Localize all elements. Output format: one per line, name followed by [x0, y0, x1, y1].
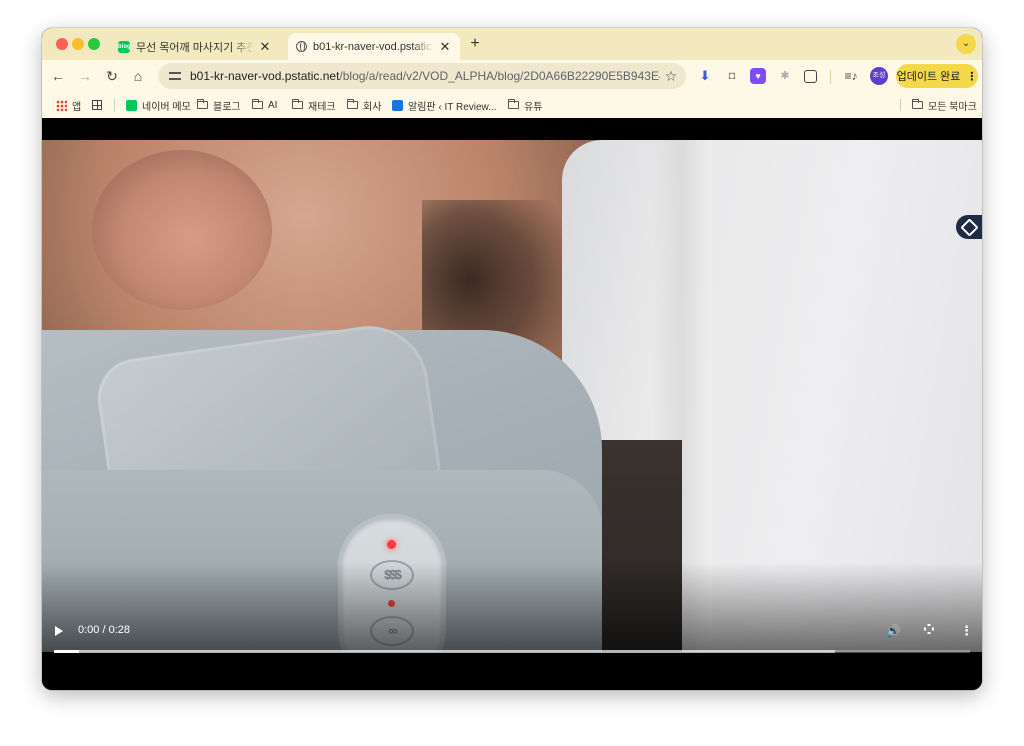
- more-options-icon[interactable]: ⋮: [960, 623, 973, 639]
- tab-title: 무선 목어깨 마사지기 추천! 목림프: [136, 41, 254, 54]
- apps-grid-icon: [56, 99, 67, 111]
- globe-icon: [296, 41, 307, 52]
- toolbar: ← → ↻ ⌂ b01-kr-naver-vod.pstatic.net/blo…: [42, 60, 982, 92]
- tab-naver-blog[interactable]: blog 무선 목어깨 마사지기 추천! 목림프 ✕: [110, 33, 280, 60]
- browser-window: blog 무선 목어깨 마사지기 추천! 목림프 ✕ b01-kr-naver-…: [42, 28, 982, 690]
- close-tab-icon[interactable]: ✕: [438, 39, 452, 55]
- tab-strip: blog 무선 목어깨 마사지기 추천! 목림프 ✕ b01-kr-naver-…: [42, 28, 982, 60]
- bookmark-apps[interactable]: 앱: [56, 98, 82, 113]
- home-button[interactable]: ⌂: [128, 66, 148, 86]
- naver-memo-icon: [126, 99, 137, 111]
- video-scene-ear: [92, 150, 272, 310]
- tab-video[interactable]: b01-kr-naver-vod.pstatic.net/b ✕: [288, 33, 460, 60]
- zoom-window-button[interactable]: [88, 38, 100, 50]
- bookmark-it-review[interactable]: 알림판 ‹ IT Review...: [392, 98, 497, 113]
- camera-extension-icon[interactable]: ◘: [724, 68, 740, 84]
- update-button-label: 업데이트 완료: [896, 71, 961, 83]
- bookmark-folder-company[interactable]: 회사: [347, 98, 382, 113]
- grid-icon: [92, 100, 102, 110]
- bookmark-folder-finance[interactable]: 재테크: [292, 98, 336, 113]
- bookmark-star-icon[interactable]: ☆: [660, 68, 682, 85]
- extension-icon[interactable]: ✱: [777, 68, 793, 84]
- volume-icon[interactable]: 🔊: [886, 624, 901, 638]
- video-frame[interactable]: $$$ ∞: [42, 140, 982, 652]
- fullscreen-icon[interactable]: [924, 624, 934, 634]
- bookmark-label: 모든 북마크: [928, 101, 977, 113]
- power-led: [387, 540, 396, 549]
- heart-extension-icon[interactable]: ♥: [750, 68, 766, 84]
- site-favicon-icon: [392, 99, 403, 111]
- site-info-icon[interactable]: [168, 69, 182, 83]
- close-window-button[interactable]: [56, 38, 68, 50]
- reload-button[interactable]: ↻: [102, 66, 122, 86]
- lens-search-icon[interactable]: [956, 215, 982, 239]
- folder-icon: [252, 99, 263, 109]
- profile-avatar[interactable]: 조성: [870, 67, 888, 85]
- video-controls: 0:00 / 0:28 🔊 ⋮: [42, 618, 982, 668]
- download-extension-icon[interactable]: ⬇: [697, 68, 713, 84]
- toolbar-divider: [830, 70, 831, 84]
- bookmark-grid[interactable]: [92, 98, 107, 112]
- folder-icon: [347, 99, 358, 109]
- media-controls-icon[interactable]: ≡♪: [843, 68, 859, 84]
- url-host: b01-kr-naver-vod.pstatic.net: [190, 69, 340, 83]
- progress-bar[interactable]: [54, 650, 970, 653]
- bookmark-folder-ai[interactable]: AI: [252, 98, 277, 112]
- bookmark-label: 재테크: [308, 101, 336, 113]
- back-button[interactable]: ←: [48, 66, 68, 86]
- bookmark-folder-youtube[interactable]: 유튜: [508, 98, 543, 113]
- url-text[interactable]: b01-kr-naver-vod.pstatic.net/blog/a/read…: [190, 69, 660, 83]
- bookmark-label: 앱: [72, 101, 82, 113]
- video-player[interactable]: $$$ ∞ 0:00 / 0:28 🔊 ⋮: [42, 118, 982, 690]
- played-progress: [54, 650, 79, 653]
- folder-icon: [912, 99, 923, 109]
- new-tab-button[interactable]: +: [466, 35, 484, 53]
- bookmark-label: 알림판 ‹ IT Review...: [408, 101, 497, 113]
- bookmark-label: 네이버 메모: [142, 101, 191, 113]
- buffered-progress: [54, 650, 836, 653]
- forward-button[interactable]: →: [75, 66, 95, 86]
- tab-search-button[interactable]: ⌄: [956, 34, 976, 54]
- update-button[interactable]: 업데이트 완료 ⋮: [896, 64, 978, 88]
- bookmark-label: 유튜: [524, 101, 543, 113]
- folder-icon: [508, 99, 519, 109]
- close-tab-icon[interactable]: ✕: [258, 39, 272, 55]
- kebab-menu-icon[interactable]: ⋮: [966, 70, 977, 83]
- bookmark-label: 회사: [363, 101, 382, 113]
- play-icon[interactable]: [55, 626, 63, 636]
- address-bar[interactable]: b01-kr-naver-vod.pstatic.net/blog/a/read…: [158, 63, 686, 89]
- bookmark-naver-memo[interactable]: 네이버 메모: [126, 98, 191, 113]
- folder-icon: [197, 99, 208, 109]
- time-display: 0:00 / 0:28: [78, 624, 130, 636]
- naver-blog-icon: blog: [118, 40, 131, 53]
- url-path: /blog/a/read/v2/VOD_ALPHA/blog/2D0A66B22…: [339, 69, 660, 83]
- bookmark-label: AI: [268, 99, 278, 111]
- bookmark-divider: [900, 99, 901, 111]
- bookmark-label: 블로그: [213, 101, 241, 113]
- minimize-window-button[interactable]: [72, 38, 84, 50]
- tab-title: b01-kr-naver-vod.pstatic.net/b: [313, 40, 434, 53]
- bookmark-all-bookmarks[interactable]: 모든 북마크: [912, 98, 977, 113]
- bookmarks-bar: 앱 네이버 메모 블로그 AI 재테크 회사 알림판 ‹ IT Review..: [42, 92, 982, 118]
- bookmark-divider: [114, 99, 115, 111]
- folder-icon: [292, 99, 303, 109]
- bookmark-folder-blog[interactable]: 블로그: [197, 98, 241, 113]
- extensions-puzzle-icon[interactable]: [804, 70, 817, 83]
